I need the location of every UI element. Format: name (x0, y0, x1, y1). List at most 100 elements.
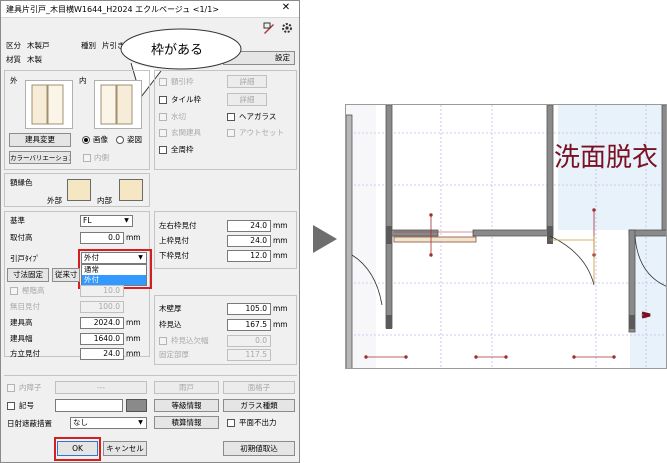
no-plan-output-label: 平面不出力 (239, 418, 277, 427)
shutter-button[interactable]: 雨戸 (154, 381, 219, 394)
top-frame-input[interactable]: 24.0 (227, 235, 271, 247)
ok-button[interactable]: OK (57, 441, 98, 456)
outer-door-preview (25, 80, 73, 129)
grille-button[interactable]: 面格子 (223, 381, 295, 394)
door-height-label: 建具高 (10, 318, 33, 327)
radio-image-label: 画像 (93, 135, 108, 144)
depth-lack-label: 枠見込欠幅 (171, 336, 209, 345)
floor-plan-view: 洗面脱衣 (345, 104, 667, 369)
outset-checkbox[interactable] (227, 129, 235, 137)
bottom-frame-unit: mm (273, 251, 288, 260)
door-width-input[interactable]: 1640.0 (80, 333, 124, 345)
inner-shoji-checkbox[interactable] (7, 384, 15, 392)
bottom-frame-input[interactable]: 12.0 (227, 250, 271, 262)
kamaichi-frame-label: 額引枠 (171, 77, 194, 86)
door-type-option-outer[interactable]: 外付 (82, 275, 146, 285)
category-value: 木製戸 (27, 41, 50, 50)
fixed-part-input[interactable]: 117.5 (227, 349, 271, 361)
frame-depth-label: 枠見込 (159, 320, 182, 329)
base-select[interactable]: FL ▼ (80, 215, 133, 227)
fix-dimension-button[interactable]: 寸法固定 (7, 268, 49, 282)
change-door-button[interactable]: 建具変更 (9, 133, 71, 147)
mu-label: 無目見付 (10, 302, 40, 311)
kamachi-label: 樫階高 (22, 286, 45, 295)
inner-shoji-select[interactable]: --- (55, 381, 147, 394)
door-type-select[interactable]: 外付 ▼ (81, 252, 147, 264)
symbol-checkbox[interactable] (7, 402, 15, 410)
mullion-label: 方立見付 (10, 349, 40, 358)
entrance-checkbox[interactable] (159, 129, 167, 137)
frame-depth-input[interactable]: 167.5 (227, 319, 271, 331)
arrow-right-icon (313, 225, 337, 253)
shade-select[interactable]: なし ▼ (70, 417, 147, 429)
mizukiri-checkbox[interactable] (159, 113, 167, 121)
lr-frame-label: 左右枠見付 (159, 221, 197, 230)
mizukiri-label: 水切 (171, 112, 186, 121)
inner-label: 内 (79, 76, 87, 85)
wall-thickness-input[interactable]: 105.0 (227, 303, 271, 315)
outer-color-swatch[interactable] (67, 179, 91, 201)
base-label: 基準 (10, 216, 25, 225)
glass-type-button[interactable]: ガラス種類 (223, 399, 295, 412)
frame-color-outer-label: 外部 (47, 196, 62, 205)
material-value: 木製 (27, 55, 42, 64)
no-plan-output-checkbox[interactable] (227, 419, 235, 427)
door-width-label: 建具幅 (10, 334, 33, 343)
edit-icon[interactable] (263, 22, 275, 34)
radio-elevation[interactable] (116, 136, 124, 144)
door-type-select-value: 外付 (84, 253, 99, 262)
door-height-input[interactable]: 2024.0 (80, 317, 124, 329)
title-bar: 建具片引戸_木目横W1644_H2024 エクルページュ <1/1> ✕ (1, 1, 299, 18)
inner-checkbox[interactable] (83, 154, 91, 162)
inner-shoji-label: 内障子 (19, 383, 42, 392)
close-icon[interactable]: ✕ (276, 2, 296, 16)
lr-frame-unit: mm (273, 221, 288, 230)
hair-glass-checkbox[interactable] (227, 113, 235, 121)
inner-door-preview (94, 80, 142, 129)
fixed-part-label: 固定部厚 (159, 350, 189, 359)
install-height-unit: mm (126, 233, 141, 242)
mullion-input[interactable]: 24.0 (80, 348, 124, 360)
symbol-input[interactable] (55, 399, 123, 412)
door-properties-dialog: 建具片引戸_木目横W1644_H2024 エクルページュ <1/1> ✕ 区分 … (0, 0, 300, 463)
legacy-dimension-button[interactable]: 従来寸 (52, 268, 80, 282)
cancel-button[interactable]: キャンセル (103, 441, 147, 456)
lr-frame-input[interactable]: 24.0 (227, 220, 271, 232)
tile-frame-label: タイル枠 (171, 95, 201, 104)
detail-button-1[interactable]: 詳細 (227, 75, 267, 88)
install-height-input[interactable]: 0.0 (80, 232, 124, 244)
full-frame-label: 全周枠 (171, 145, 194, 154)
color-variation-button[interactable]: カラーバリエーション (9, 151, 71, 164)
load-defaults-button[interactable]: 初期値取込 (223, 441, 295, 456)
symbol-color-button[interactable] (126, 399, 147, 412)
door-width-unit: mm (126, 334, 141, 343)
door-type-dropdown: 通常 外付 (81, 264, 147, 286)
hair-glass-label: ヘアガラス (239, 112, 277, 121)
full-frame-checkbox[interactable] (159, 146, 167, 154)
grade-info-button[interactable]: 等級情報 (154, 399, 219, 412)
depth-lack-input[interactable]: 0.0 (227, 335, 271, 347)
shade-label: 日射遮蔽措置 (7, 419, 52, 428)
top-frame-label: 上枠見付 (159, 236, 189, 245)
mu-input[interactable]: 100.0 (80, 301, 124, 313)
gear-icon[interactable] (281, 22, 293, 34)
kamachi-input[interactable]: 10.0 (80, 285, 124, 297)
separator (4, 375, 297, 376)
kamaichi-frame-checkbox[interactable] (159, 78, 167, 86)
inner-color-swatch[interactable] (119, 179, 143, 201)
shade-select-value: なし (73, 418, 88, 427)
door-height-unit: mm (126, 318, 141, 327)
detail-button-2[interactable]: 詳細 (227, 93, 267, 106)
depth-lack-checkbox[interactable] (159, 337, 167, 345)
outer-label: 外 (10, 76, 18, 85)
tile-frame-checkbox[interactable] (159, 96, 167, 104)
door-type-option-normal[interactable]: 通常 (82, 265, 146, 275)
chevron-down-icon: ▼ (124, 217, 129, 224)
estimate-info-button[interactable]: 積算情報 (154, 416, 219, 429)
category-label: 区分 (6, 41, 21, 50)
radio-image[interactable] (82, 136, 90, 144)
top-frame-unit: mm (273, 236, 288, 245)
material-label: 材質 (6, 55, 21, 64)
kamachi-checkbox[interactable] (10, 287, 18, 295)
chevron-down-icon: ▼ (138, 254, 143, 261)
